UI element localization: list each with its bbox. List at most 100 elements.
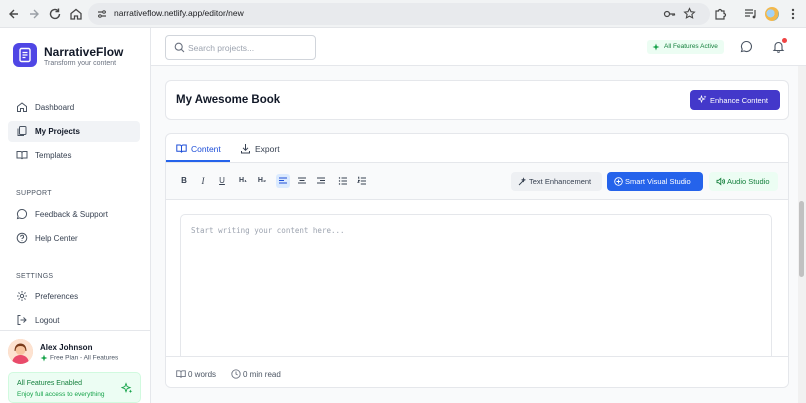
align-right-icon (317, 177, 325, 184)
features-box-title: All Features Enabled (17, 380, 82, 387)
sidebar-item-dashboard[interactable]: Dashboard (8, 97, 140, 118)
media-controls-icon[interactable] (743, 6, 758, 21)
heading2-button[interactable]: H₂ (255, 174, 269, 188)
read-time-label: 0 min read (243, 370, 281, 379)
sidebar-item-templates[interactable]: Templates (8, 145, 140, 166)
sidebar-item-preferences[interactable]: Preferences (8, 286, 140, 307)
sidebar-item-label: Templates (35, 151, 72, 160)
browser-toolbar: narrativeflow.netlify.app/editor/new (0, 0, 806, 28)
heading2-icon: H₂ (257, 177, 267, 184)
bookmark-star-icon[interactable] (683, 7, 696, 20)
address-bar[interactable]: narrativeflow.netlify.app/editor/new (88, 3, 710, 25)
search-box[interactable] (165, 35, 316, 60)
gear-icon (16, 290, 28, 302)
url-text[interactable]: narrativeflow.netlify.app/editor/new (114, 8, 244, 18)
sidebar-item-label: Preferences (35, 292, 79, 301)
bold-button[interactable]: B (177, 174, 191, 188)
user-name: Alex Johnson (40, 343, 93, 352)
sidebar-item-feedback[interactable]: Feedback & Support (8, 204, 140, 225)
sidebar-item-my-projects[interactable]: My Projects (8, 121, 140, 142)
sparkles-icon (121, 382, 133, 394)
chat-icon[interactable] (740, 40, 753, 53)
reload-icon[interactable] (47, 6, 63, 22)
help-circle-icon (16, 232, 28, 244)
home-browser-icon[interactable] (68, 6, 84, 22)
features-enabled-box: All Features Enabled Enjoy full access t… (8, 372, 141, 403)
editor-stats-bar: 0 words 0 min read (166, 356, 788, 387)
user-plan: Free Plan - All Features (40, 354, 118, 362)
audio-studio-label: Audio Studio (727, 177, 770, 186)
brand-name[interactable]: NarrativeFlow (44, 45, 123, 59)
sidebar-item-help-center[interactable]: Help Center (8, 228, 140, 249)
brand-tagline: Transform your content (44, 60, 117, 67)
password-key-icon[interactable] (663, 8, 676, 20)
notification-dot (782, 38, 787, 43)
home-icon (16, 101, 28, 113)
divider (0, 330, 151, 331)
files-icon (16, 125, 28, 137)
bold-icon: B (181, 176, 187, 185)
book-icon (16, 149, 28, 161)
title-card: My Awesome Book Enhance Content (165, 80, 789, 120)
format-toolbar: B I U H₁ H₂ Text Enhancement Smart Visua… (166, 163, 788, 200)
page-title[interactable]: My Awesome Book (176, 94, 280, 106)
underline-icon: U (219, 176, 225, 185)
sidebar-item-label: Feedback & Support (35, 210, 108, 219)
page-scrollbar[interactable] (798, 66, 806, 403)
underline-button[interactable]: U (215, 174, 229, 188)
align-right-button[interactable] (314, 174, 328, 188)
user-plan-label: Free Plan - All Features (50, 354, 119, 362)
badge-label: All Features Active (664, 43, 718, 50)
align-center-icon (298, 177, 306, 184)
forward-icon[interactable] (26, 6, 42, 22)
browser-menu-icon[interactable] (788, 7, 798, 21)
audio-studio-button[interactable]: Audio Studio (709, 172, 778, 191)
message-icon (16, 208, 28, 220)
ordered-list-button[interactable] (355, 174, 369, 188)
sparkles-icon (652, 43, 660, 51)
content-editor[interactable] (180, 214, 772, 374)
top-bar: All Features Active (151, 28, 806, 66)
tab-label: Content (191, 144, 221, 154)
content-textarea[interactable] (181, 215, 771, 373)
book-open-icon (176, 143, 187, 154)
word-count-label: 0 words (188, 370, 217, 379)
tab-label: Export (255, 144, 280, 154)
smart-visual-studio-label: Smart Visual Studio (625, 177, 691, 186)
italic-button[interactable]: I (196, 174, 210, 188)
align-left-button[interactable] (276, 174, 290, 188)
download-icon (240, 143, 251, 154)
avatar[interactable] (8, 339, 33, 364)
scrollbar-thumb[interactable] (799, 201, 804, 277)
extensions-puzzle-icon[interactable] (713, 6, 728, 21)
magic-wand-icon (518, 177, 527, 186)
align-left-icon (279, 177, 287, 184)
sidebar-item-label: Logout (35, 316, 60, 325)
tab-export[interactable]: Export (240, 134, 290, 162)
sidebar-item-label: My Projects (35, 127, 80, 136)
search-icon (174, 42, 185, 53)
site-settings-icon[interactable] (96, 8, 108, 20)
sparkles-icon (698, 95, 707, 104)
all-features-badge: All Features Active (647, 40, 724, 54)
sidebar: NarrativeFlow Transform your content Das… (0, 28, 151, 403)
sparkle-icon (40, 354, 48, 362)
profile-avatar-icon[interactable] (765, 7, 779, 21)
search-input[interactable] (188, 40, 312, 55)
features-box-subtitle: Enjoy full access to everything (17, 391, 105, 398)
back-icon[interactable] (6, 6, 22, 22)
sidebar-item-logout[interactable]: Logout (8, 310, 140, 331)
heading1-button[interactable]: H₁ (236, 174, 250, 188)
align-center-button[interactable] (295, 174, 309, 188)
ordered-list-icon (357, 176, 366, 185)
enhance-content-button[interactable]: Enhance Content (690, 90, 780, 110)
app-logo-icon[interactable] (13, 43, 37, 67)
tab-content[interactable]: Content (166, 134, 240, 162)
editor-card: Content Export B I U H₁ H₂ Text Enhancem… (165, 133, 789, 388)
text-enhancement-button[interactable]: Text Enhancement (511, 172, 602, 191)
sidebar-item-label: Help Center (35, 234, 78, 243)
bullet-list-button[interactable] (336, 174, 350, 188)
smart-visual-studio-button[interactable]: Smart Visual Studio (607, 172, 703, 191)
speaker-icon (716, 177, 725, 186)
image-circle-icon (614, 177, 623, 186)
